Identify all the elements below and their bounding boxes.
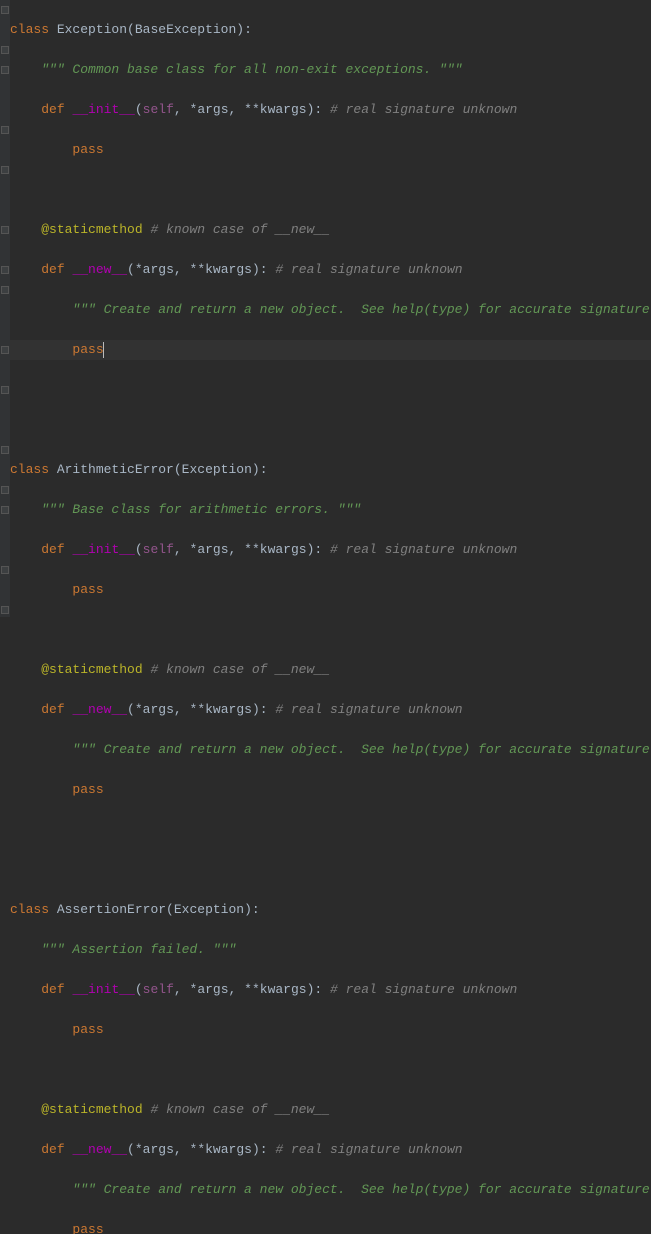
base-class: BaseException [135, 22, 236, 37]
code-line: class AssertionError(Exception): [10, 900, 651, 920]
code-line: pass [10, 1020, 651, 1040]
fold-marker[interactable] [1, 446, 9, 454]
magic-method: __init__ [72, 982, 134, 997]
comment: # known case of __new__ [150, 222, 329, 237]
code-line: pass [10, 780, 651, 800]
code-line: def __new__(*args, **kwargs): # real sig… [10, 700, 651, 720]
editor-gutter [0, 0, 10, 617]
decorator: @staticmethod [41, 222, 142, 237]
class-name: AssertionError [57, 902, 166, 917]
code-line [10, 820, 651, 840]
code-line: def __init__(self, *args, **kwargs): # r… [10, 980, 651, 1000]
fold-marker[interactable] [1, 506, 9, 514]
code-line: pass [10, 140, 651, 160]
keyword-class: class [10, 22, 49, 37]
docstring: """ Assertion failed. """ [41, 942, 236, 957]
code-line [10, 380, 651, 400]
fold-marker[interactable] [1, 6, 9, 14]
code-line: pass [10, 580, 651, 600]
class-name: Exception [57, 22, 127, 37]
code-line: @staticmethod # known case of __new__ [10, 1100, 651, 1120]
fold-marker[interactable] [1, 226, 9, 234]
code-line: class ArithmeticError(Exception): [10, 460, 651, 480]
code-line: class Exception(BaseException): [10, 20, 651, 40]
docstring: """ Create and return a new object. See … [72, 302, 651, 317]
code-line: """ Create and return a new object. See … [10, 300, 651, 320]
text-cursor [103, 342, 104, 358]
docstring: """ Create and return a new object. See … [72, 742, 651, 757]
code-line: """ Create and return a new object. See … [10, 740, 651, 760]
code-line: @staticmethod # known case of __new__ [10, 660, 651, 680]
fold-marker[interactable] [1, 386, 9, 394]
code-line-active: pass [10, 340, 651, 360]
code-line: def __new__(*args, **kwargs): # real sig… [10, 1140, 651, 1160]
fold-marker[interactable] [1, 166, 9, 174]
decorator: @staticmethod [41, 662, 142, 677]
comment: # real signature unknown [330, 102, 517, 117]
fold-marker[interactable] [1, 46, 9, 54]
code-line: @staticmethod # known case of __new__ [10, 220, 651, 240]
magic-method: __new__ [72, 702, 127, 717]
code-line [10, 1060, 651, 1080]
code-line: """ Base class for arithmetic errors. ""… [10, 500, 651, 520]
code-line: """ Common base class for all non-exit e… [10, 60, 651, 80]
docstring: """ Common base class for all non-exit e… [41, 62, 462, 77]
fold-marker[interactable] [1, 566, 9, 574]
decorator: @staticmethod [41, 1102, 142, 1117]
code-line [10, 420, 651, 440]
magic-method: __new__ [72, 1142, 127, 1157]
code-line [10, 180, 651, 200]
magic-method: __init__ [72, 542, 134, 557]
comment: # real signature unknown [275, 262, 462, 277]
code-line: def __new__(*args, **kwargs): # real sig… [10, 260, 651, 280]
code-line: def __init__(self, *args, **kwargs): # r… [10, 100, 651, 120]
code-line [10, 860, 651, 880]
docstring: """ Base class for arithmetic errors. ""… [41, 502, 361, 517]
base-class: Exception [174, 902, 244, 917]
code-line: def __init__(self, *args, **kwargs): # r… [10, 540, 651, 560]
code-line: """ Create and return a new object. See … [10, 1180, 651, 1200]
fold-marker[interactable] [1, 66, 9, 74]
fold-marker[interactable] [1, 486, 9, 494]
code-editor[interactable]: class Exception(BaseException): """ Comm… [0, 0, 651, 1234]
fold-marker[interactable] [1, 126, 9, 134]
class-name: ArithmeticError [57, 462, 174, 477]
fold-marker[interactable] [1, 346, 9, 354]
code-line: pass [10, 1220, 651, 1234]
fold-marker[interactable] [1, 606, 9, 614]
code-line: """ Assertion failed. """ [10, 940, 651, 960]
docstring: """ Create and return a new object. See … [72, 1182, 651, 1197]
code-line [10, 620, 651, 640]
fold-marker[interactable] [1, 286, 9, 294]
magic-method: __init__ [72, 102, 134, 117]
base-class: Exception [182, 462, 252, 477]
fold-marker[interactable] [1, 266, 9, 274]
magic-method: __new__ [72, 262, 127, 277]
